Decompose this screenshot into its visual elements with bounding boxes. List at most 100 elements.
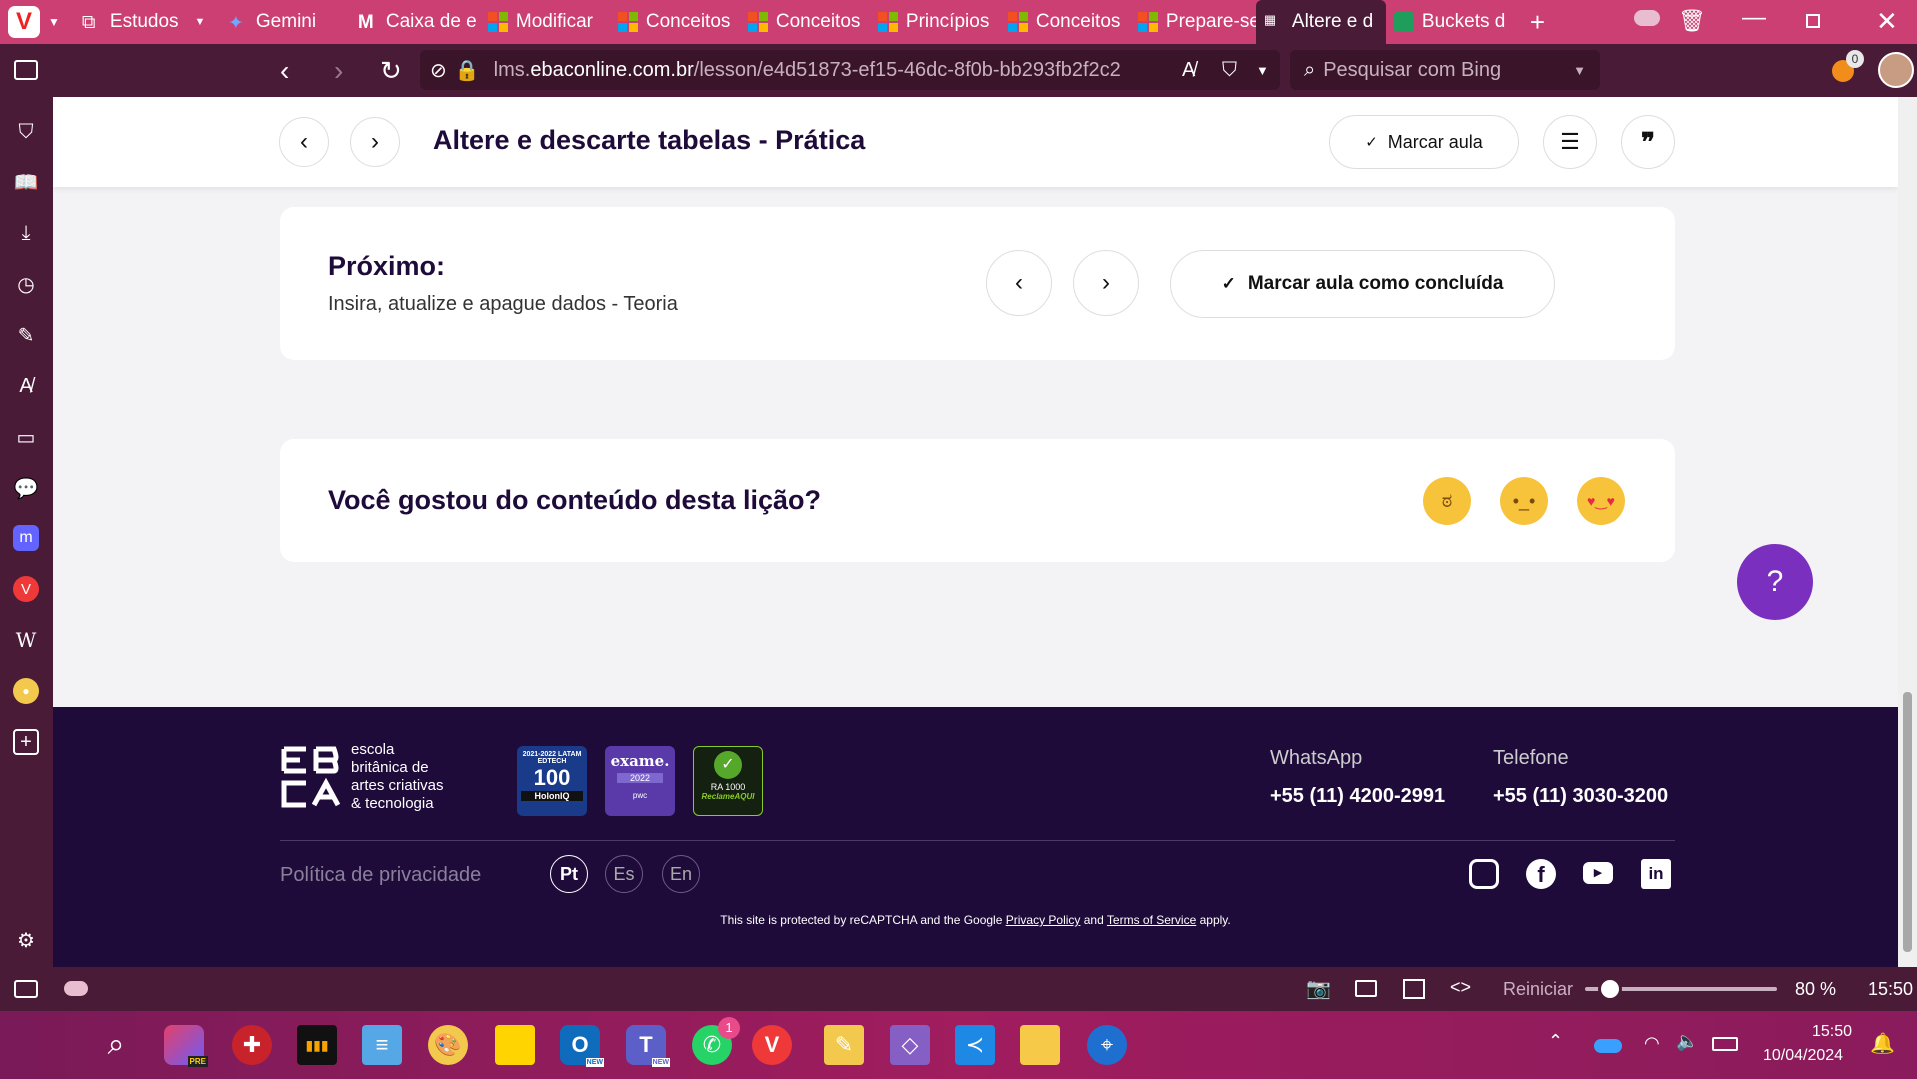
onedrive-icon[interactable] bbox=[1594, 1039, 1622, 1053]
close-icon[interactable]: ✕ bbox=[1876, 6, 1898, 37]
tab-gmail[interactable]: M Caixa de e bbox=[350, 0, 480, 44]
neutral-face-icon[interactable]: •_• bbox=[1500, 477, 1548, 525]
privacy-link[interactable]: Política de privacidade bbox=[280, 864, 481, 887]
lesson-list-button[interactable]: ☰ bbox=[1543, 115, 1597, 169]
avatar[interactable] bbox=[1878, 52, 1914, 88]
battery-icon[interactable] bbox=[1712, 1037, 1738, 1051]
facebook-icon[interactable]: f bbox=[1526, 859, 1556, 889]
vivaldi-menu-button[interactable]: V bbox=[8, 6, 40, 38]
next-lesson-button[interactable]: › bbox=[350, 117, 400, 167]
angry-face-icon[interactable]: ಠ bbox=[1423, 477, 1471, 525]
instagram-icon[interactable] bbox=[1469, 859, 1499, 889]
app-red-icon[interactable]: ✚ bbox=[232, 1025, 272, 1065]
image-icon[interactable] bbox=[1355, 980, 1377, 997]
chevron-down-icon[interactable]: ▼ bbox=[1256, 63, 1269, 78]
chevron-up-icon[interactable]: ⌃ bbox=[1548, 1031, 1563, 1052]
code-icon[interactable]: <> bbox=[1450, 977, 1471, 998]
ebac-logo[interactable] bbox=[280, 745, 340, 809]
heart-eyes-face-icon[interactable]: ♥‿♥ bbox=[1577, 477, 1625, 525]
mastodon-icon[interactable]: m bbox=[13, 525, 39, 551]
chevron-down-icon[interactable]: ▼ bbox=[1573, 63, 1586, 78]
taskbar-date[interactable]: 10/04/2024 bbox=[1763, 1047, 1843, 1065]
sticky-notes-icon[interactable] bbox=[495, 1025, 535, 1065]
chevron-down-icon[interactable]: ▼ bbox=[195, 16, 206, 28]
next-lesson-link[interactable]: Insira, atualize e apague dados - Teoria bbox=[328, 293, 678, 316]
web-panel-icon[interactable]: ● bbox=[13, 678, 39, 704]
scrollbar-thumb[interactable] bbox=[1903, 692, 1912, 952]
outlook-icon[interactable]: O NEW bbox=[560, 1025, 604, 1067]
tools-icon[interactable]: ✎ bbox=[824, 1025, 864, 1065]
new-tab-icon[interactable]: + bbox=[1530, 7, 1545, 38]
maps-icon[interactable]: ⌖ bbox=[1087, 1025, 1127, 1065]
equalizer-icon[interactable]: ▮▮▮ bbox=[297, 1025, 337, 1065]
volume-icon[interactable]: 🔈 bbox=[1676, 1031, 1698, 1052]
tab-conceitos-1[interactable]: Conceitos bbox=[610, 0, 740, 44]
tab-buckets[interactable]: Buckets d bbox=[1386, 0, 1516, 44]
cloud-icon[interactable] bbox=[64, 981, 88, 996]
reset-zoom-button[interactable]: Reiniciar bbox=[1503, 979, 1573, 1000]
tab-modificar[interactable]: Modificar bbox=[480, 0, 610, 44]
help-button[interactable]: ? bbox=[1737, 544, 1813, 620]
search-icon[interactable]: ⌕ bbox=[96, 1025, 136, 1065]
add-panel-icon[interactable]: + bbox=[13, 729, 39, 755]
window-icon[interactable]: ▭ bbox=[13, 424, 39, 450]
vivaldi-icon[interactable]: V bbox=[13, 576, 39, 602]
panel-toggle-icon[interactable] bbox=[14, 60, 38, 80]
lang-en-button[interactable]: En bbox=[662, 855, 700, 893]
history-icon[interactable]: ◷ bbox=[13, 271, 39, 297]
settings-icon[interactable]: ⚙ bbox=[13, 927, 39, 953]
tab-altere-active[interactable]: ▦ Altere e d bbox=[1255, 0, 1386, 44]
taskbar-time[interactable]: 15:50 bbox=[1812, 1023, 1852, 1041]
tab-prepare-se[interactable]: Prepare-se bbox=[1130, 0, 1256, 44]
quote-button[interactable]: ❞ bbox=[1621, 115, 1675, 169]
terms-link[interactable]: Terms of Service bbox=[1107, 913, 1196, 927]
search-field[interactable]: ⌕ Pesquisar com Bing ▼ bbox=[1290, 50, 1600, 90]
youtube-icon[interactable]: ▶ bbox=[1583, 862, 1613, 884]
reading-list-icon[interactable]: 📖 bbox=[13, 169, 39, 195]
lang-pt-button[interactable]: Pt bbox=[550, 855, 588, 893]
paint-icon[interactable]: 🎨 bbox=[428, 1025, 468, 1065]
vivaldi-taskbar-icon[interactable]: V bbox=[752, 1025, 792, 1065]
notification-bell-icon[interactable]: 🔔 bbox=[1870, 1031, 1895, 1056]
chevron-down-icon[interactable]: ▼ bbox=[48, 15, 60, 29]
translate-icon[interactable]: A̸ bbox=[13, 373, 39, 399]
tab-gemini[interactable]: ✦ Gemini bbox=[220, 0, 350, 44]
prev-lesson-button[interactable]: ‹ bbox=[279, 117, 329, 167]
vscode-icon[interactable]: ≺ bbox=[955, 1025, 995, 1065]
back-icon[interactable]: ‹ bbox=[280, 55, 289, 87]
card-prev-button[interactable]: ‹ bbox=[986, 250, 1052, 316]
tab-conceitos-2[interactable]: Conceitos bbox=[740, 0, 870, 44]
minimize-icon[interactable]: — bbox=[1742, 4, 1766, 32]
cloud-icon[interactable] bbox=[1634, 10, 1660, 26]
file-explorer-icon[interactable] bbox=[1020, 1025, 1060, 1065]
url-field[interactable]: ⊘ 🔒 lms. ebaconline.com.br/lesson/e4d5187… bbox=[420, 50, 1280, 90]
tab-estudos[interactable]: ⧉ Estudos ▼ bbox=[74, 0, 220, 44]
notes-icon[interactable]: ✎ bbox=[13, 322, 39, 348]
downloads-icon[interactable]: ⤓ bbox=[13, 220, 39, 246]
bookmark-icon[interactable]: ⛉ bbox=[1222, 59, 1237, 82]
mark-lesson-button[interactable]: ✓ Marcar aula bbox=[1329, 115, 1519, 169]
complete-lesson-button[interactable]: ✓ Marcar aula como concluída bbox=[1170, 250, 1555, 318]
wikipedia-icon[interactable]: W bbox=[13, 627, 39, 653]
copilot-icon[interactable]: PRE bbox=[164, 1025, 208, 1067]
camera-icon[interactable]: 📷 bbox=[1306, 976, 1331, 1001]
restore-icon[interactable] bbox=[1806, 14, 1820, 28]
teams-icon[interactable]: T NEW bbox=[626, 1025, 670, 1067]
privacy-policy-link[interactable]: Privacy Policy bbox=[1006, 913, 1081, 927]
forward-icon[interactable]: › bbox=[334, 55, 343, 87]
whatsapp-icon[interactable]: ✆ 1 bbox=[692, 1017, 740, 1065]
bookmarks-icon[interactable]: ⛉ bbox=[13, 119, 39, 145]
card-next-button[interactable]: › bbox=[1073, 250, 1139, 316]
page-scrollbar[interactable] bbox=[1898, 97, 1917, 967]
visual-studio-icon[interactable]: ◇ bbox=[890, 1025, 930, 1065]
phone-number[interactable]: +55 (11) 3030-3200 bbox=[1493, 785, 1668, 808]
chat-icon[interactable]: 💬 bbox=[13, 475, 39, 501]
tab-principios[interactable]: Princípios bbox=[870, 0, 1000, 44]
translate-icon[interactable]: A̸ bbox=[1182, 59, 1195, 82]
tile-icon[interactable] bbox=[1403, 979, 1425, 999]
linkedin-icon[interactable]: in bbox=[1641, 859, 1671, 889]
zoom-slider[interactable] bbox=[1585, 977, 1777, 1001]
whatsapp-number[interactable]: +55 (11) 4200-2991 bbox=[1270, 785, 1445, 808]
trash-icon[interactable]: 🗑 bbox=[1678, 8, 1706, 34]
reload-icon[interactable]: ↻ bbox=[380, 55, 402, 86]
